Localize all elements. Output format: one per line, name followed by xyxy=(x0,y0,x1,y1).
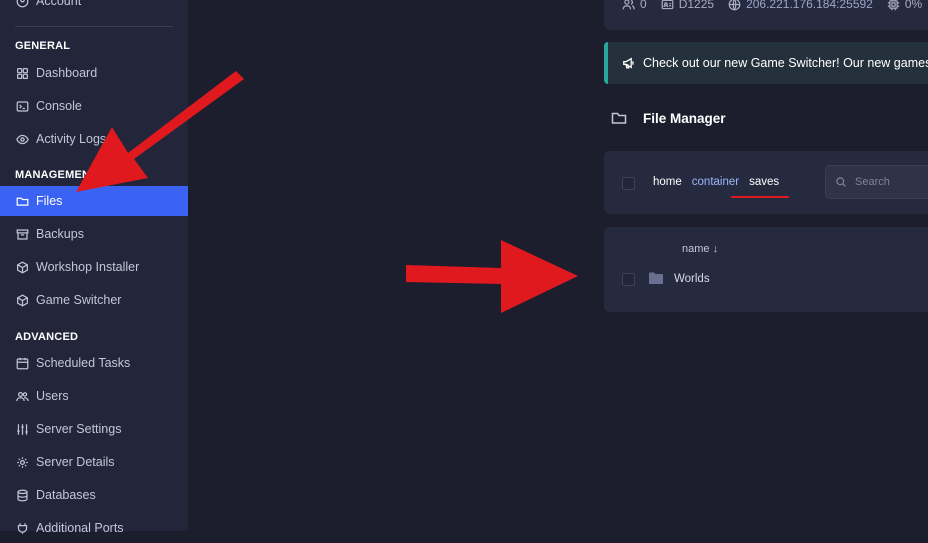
sidebar-item-label: Console xyxy=(36,99,82,113)
sidebar-item-label: Activity Logs xyxy=(36,132,107,146)
server-stats: 0 D1225 206.221.176.184:25592 0% xyxy=(622,0,922,11)
gear-icon xyxy=(15,455,29,469)
sidebar-item-server-details[interactable]: Server Details xyxy=(0,447,188,477)
page-title: File Manager xyxy=(611,110,726,126)
column-header-name[interactable]: name ↓ xyxy=(682,243,718,255)
sidebar-item-files[interactable]: Files xyxy=(0,186,188,216)
search-icon xyxy=(836,177,846,187)
sidebar-item-label: Dashboard xyxy=(36,66,98,80)
sidebar-item-game-switcher[interactable]: Game Switcher xyxy=(0,285,188,315)
folder-icon xyxy=(611,112,627,124)
users-icon xyxy=(622,0,635,9)
sidebar-item-console[interactable]: Console xyxy=(0,91,188,121)
sidebar-item-backups[interactable]: Backups xyxy=(0,219,188,249)
breadcrumb-home[interactable]: home xyxy=(653,176,682,188)
breadcrumb: home container saves xyxy=(653,176,789,188)
breadcrumb-container[interactable]: container xyxy=(692,176,739,188)
players-stat: 0 xyxy=(622,0,647,11)
sidebar-divider xyxy=(15,26,173,27)
announcement-banner[interactable]: Check out our new Game Switcher! Our new… xyxy=(604,42,928,84)
search-placeholder: Search xyxy=(855,176,890,188)
id-card-icon xyxy=(661,0,674,9)
sidebar-item-label: Server Settings xyxy=(36,422,122,436)
page-title-text: File Manager xyxy=(643,110,726,126)
sidebar-item-label: Backups xyxy=(36,227,84,241)
cpu-usage: 0% xyxy=(904,0,923,11)
players-count: 0 xyxy=(640,0,647,11)
archive-icon xyxy=(15,227,29,241)
folder-icon xyxy=(649,272,663,284)
box-icon xyxy=(15,293,29,307)
highlight-underline xyxy=(731,196,789,198)
sidebar: Account GENERAL Dashboard Console Activi… xyxy=(0,0,188,535)
sidebar-item-label: Workshop Installer xyxy=(36,260,140,274)
sidebar-item-label: Account xyxy=(36,0,82,8)
box-icon xyxy=(15,260,29,274)
server-id: D1225 xyxy=(678,0,715,11)
section-heading-advanced: ADVANCED xyxy=(15,331,79,343)
sidebar-item-users[interactable]: Users xyxy=(0,381,188,411)
sidebar-item-scheduled-tasks[interactable]: Scheduled Tasks xyxy=(0,348,188,378)
globe-icon xyxy=(728,0,741,10)
server-id-stat: D1225 xyxy=(661,0,714,11)
sidebar-item-label: Game Switcher xyxy=(36,293,122,307)
select-all-checkbox[interactable] xyxy=(622,177,635,190)
terminal-icon xyxy=(15,99,29,113)
cpu-stat: 0% xyxy=(887,0,922,11)
sidebar-item-label: Files xyxy=(36,194,63,208)
main-content: 0 D1225 206.221.176.184:25592 0% Check o… xyxy=(188,0,928,531)
folder-icon xyxy=(15,194,29,208)
grid-icon xyxy=(15,66,29,80)
sidebar-item-label: Scheduled Tasks xyxy=(36,356,131,370)
section-heading-general: GENERAL xyxy=(15,40,71,52)
users-icon xyxy=(15,389,29,403)
sidebar-item-activity-logs[interactable]: Activity Logs xyxy=(0,124,188,154)
megaphone-icon xyxy=(623,57,634,69)
user-circle-icon xyxy=(15,0,29,8)
sidebar-item-databases[interactable]: Databases xyxy=(0,480,188,510)
sidebar-item-dashboard[interactable]: Dashboard xyxy=(0,58,188,88)
sidebar-item-label: Databases xyxy=(36,488,96,502)
sidebar-item-account[interactable]: Account xyxy=(0,0,188,16)
plug-icon xyxy=(15,521,29,535)
sidebar-item-workshop-installer[interactable]: Workshop Installer xyxy=(0,252,188,282)
server-address: 206.221.176.184:25592 xyxy=(746,0,873,11)
calendar-icon xyxy=(15,356,29,370)
sidebar-item-label: Server Details xyxy=(36,455,115,469)
eye-icon xyxy=(15,132,29,146)
sidebar-item-label: Additional Ports xyxy=(36,521,124,535)
section-heading-management: MANAGEMENT xyxy=(15,169,98,181)
cpu-icon xyxy=(887,0,900,10)
file-name[interactable]: Worlds xyxy=(674,273,710,285)
sidebar-item-server-settings[interactable]: Server Settings xyxy=(0,414,188,444)
address-stat[interactable]: 206.221.176.184:25592 xyxy=(728,0,873,11)
sidebar-item-additional-ports[interactable]: Additional Ports xyxy=(0,513,188,543)
sidebar-item-label: Users xyxy=(36,389,69,403)
search-input[interactable]: Search xyxy=(825,165,928,199)
database-icon xyxy=(15,488,29,502)
breadcrumb-saves: saves xyxy=(749,176,780,188)
sliders-icon xyxy=(15,422,29,436)
row-checkbox[interactable] xyxy=(622,273,635,286)
banner-text: Check out our new Game Switcher! Our new… xyxy=(643,56,928,70)
